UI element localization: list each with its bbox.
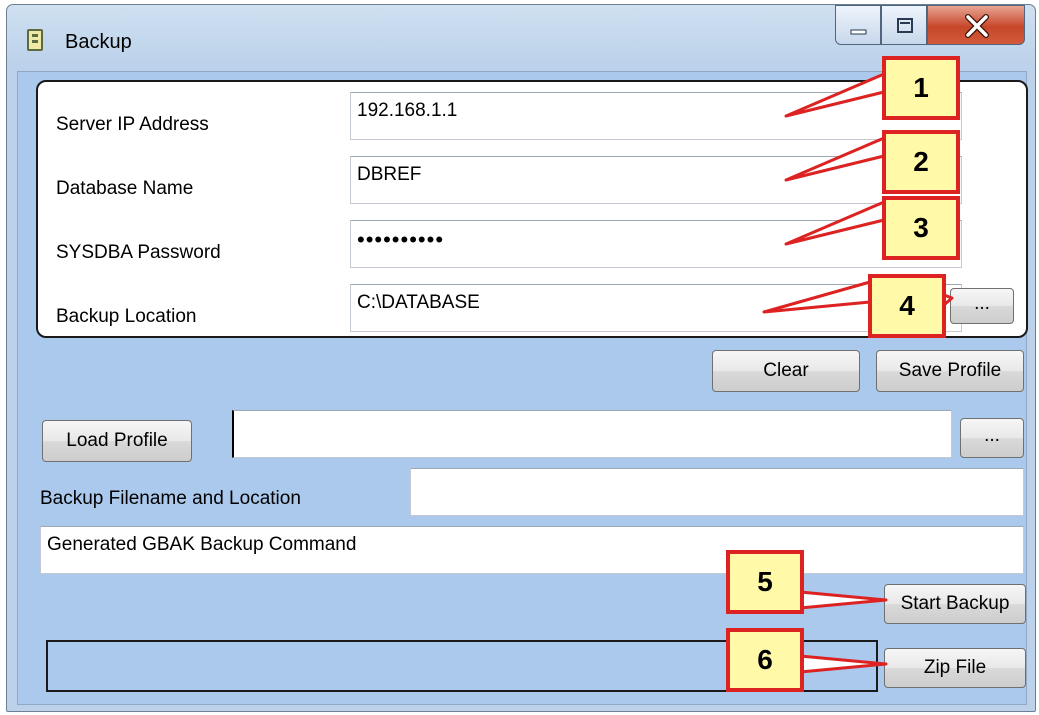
- database-icon: [27, 29, 43, 51]
- title-bar[interactable]: Backup: [7, 5, 1035, 71]
- backup-location-browse-button[interactable]: ...: [950, 288, 1014, 324]
- client-area: Server IP Address 192.168.1.1 Database N…: [17, 71, 1028, 705]
- maximize-button[interactable]: [881, 5, 927, 45]
- callout-6: 6: [726, 628, 804, 692]
- callout-5: 5: [726, 550, 804, 614]
- minimize-button[interactable]: [835, 5, 881, 45]
- callout-2: 2: [882, 130, 960, 194]
- minimize-icon: [850, 29, 867, 35]
- database-name-input[interactable]: DBREF: [350, 156, 962, 204]
- server-ip-label: Server IP Address: [56, 114, 209, 135]
- callout-3: 3: [882, 196, 960, 260]
- load-profile-button[interactable]: Load Profile: [42, 420, 192, 462]
- backup-filename-label: Backup Filename and Location: [40, 488, 301, 509]
- zip-file-button[interactable]: Zip File: [884, 648, 1026, 688]
- profile-path-input[interactable]: [232, 410, 952, 458]
- profile-browse-button[interactable]: ...: [960, 418, 1024, 458]
- backup-filename-input[interactable]: [410, 468, 1024, 516]
- close-button[interactable]: [927, 5, 1025, 45]
- callout-1: 1: [882, 56, 960, 120]
- close-icon: [965, 14, 989, 38]
- gbak-command-field[interactable]: Generated GBAK Backup Command: [40, 526, 1024, 574]
- clear-button[interactable]: Clear: [712, 350, 860, 392]
- window-title: Backup: [65, 31, 132, 53]
- maximize-icon: [897, 18, 913, 33]
- password-label: SYSDBA Password: [56, 242, 221, 263]
- database-name-label: Database Name: [56, 178, 194, 199]
- backup-location-label: Backup Location: [56, 306, 197, 327]
- start-backup-button[interactable]: Start Backup: [884, 584, 1026, 624]
- save-profile-button[interactable]: Save Profile: [876, 350, 1024, 392]
- callout-4: 4: [868, 274, 946, 338]
- password-input[interactable]: ••••••••••: [350, 220, 962, 268]
- server-ip-input[interactable]: 192.168.1.1: [350, 92, 962, 140]
